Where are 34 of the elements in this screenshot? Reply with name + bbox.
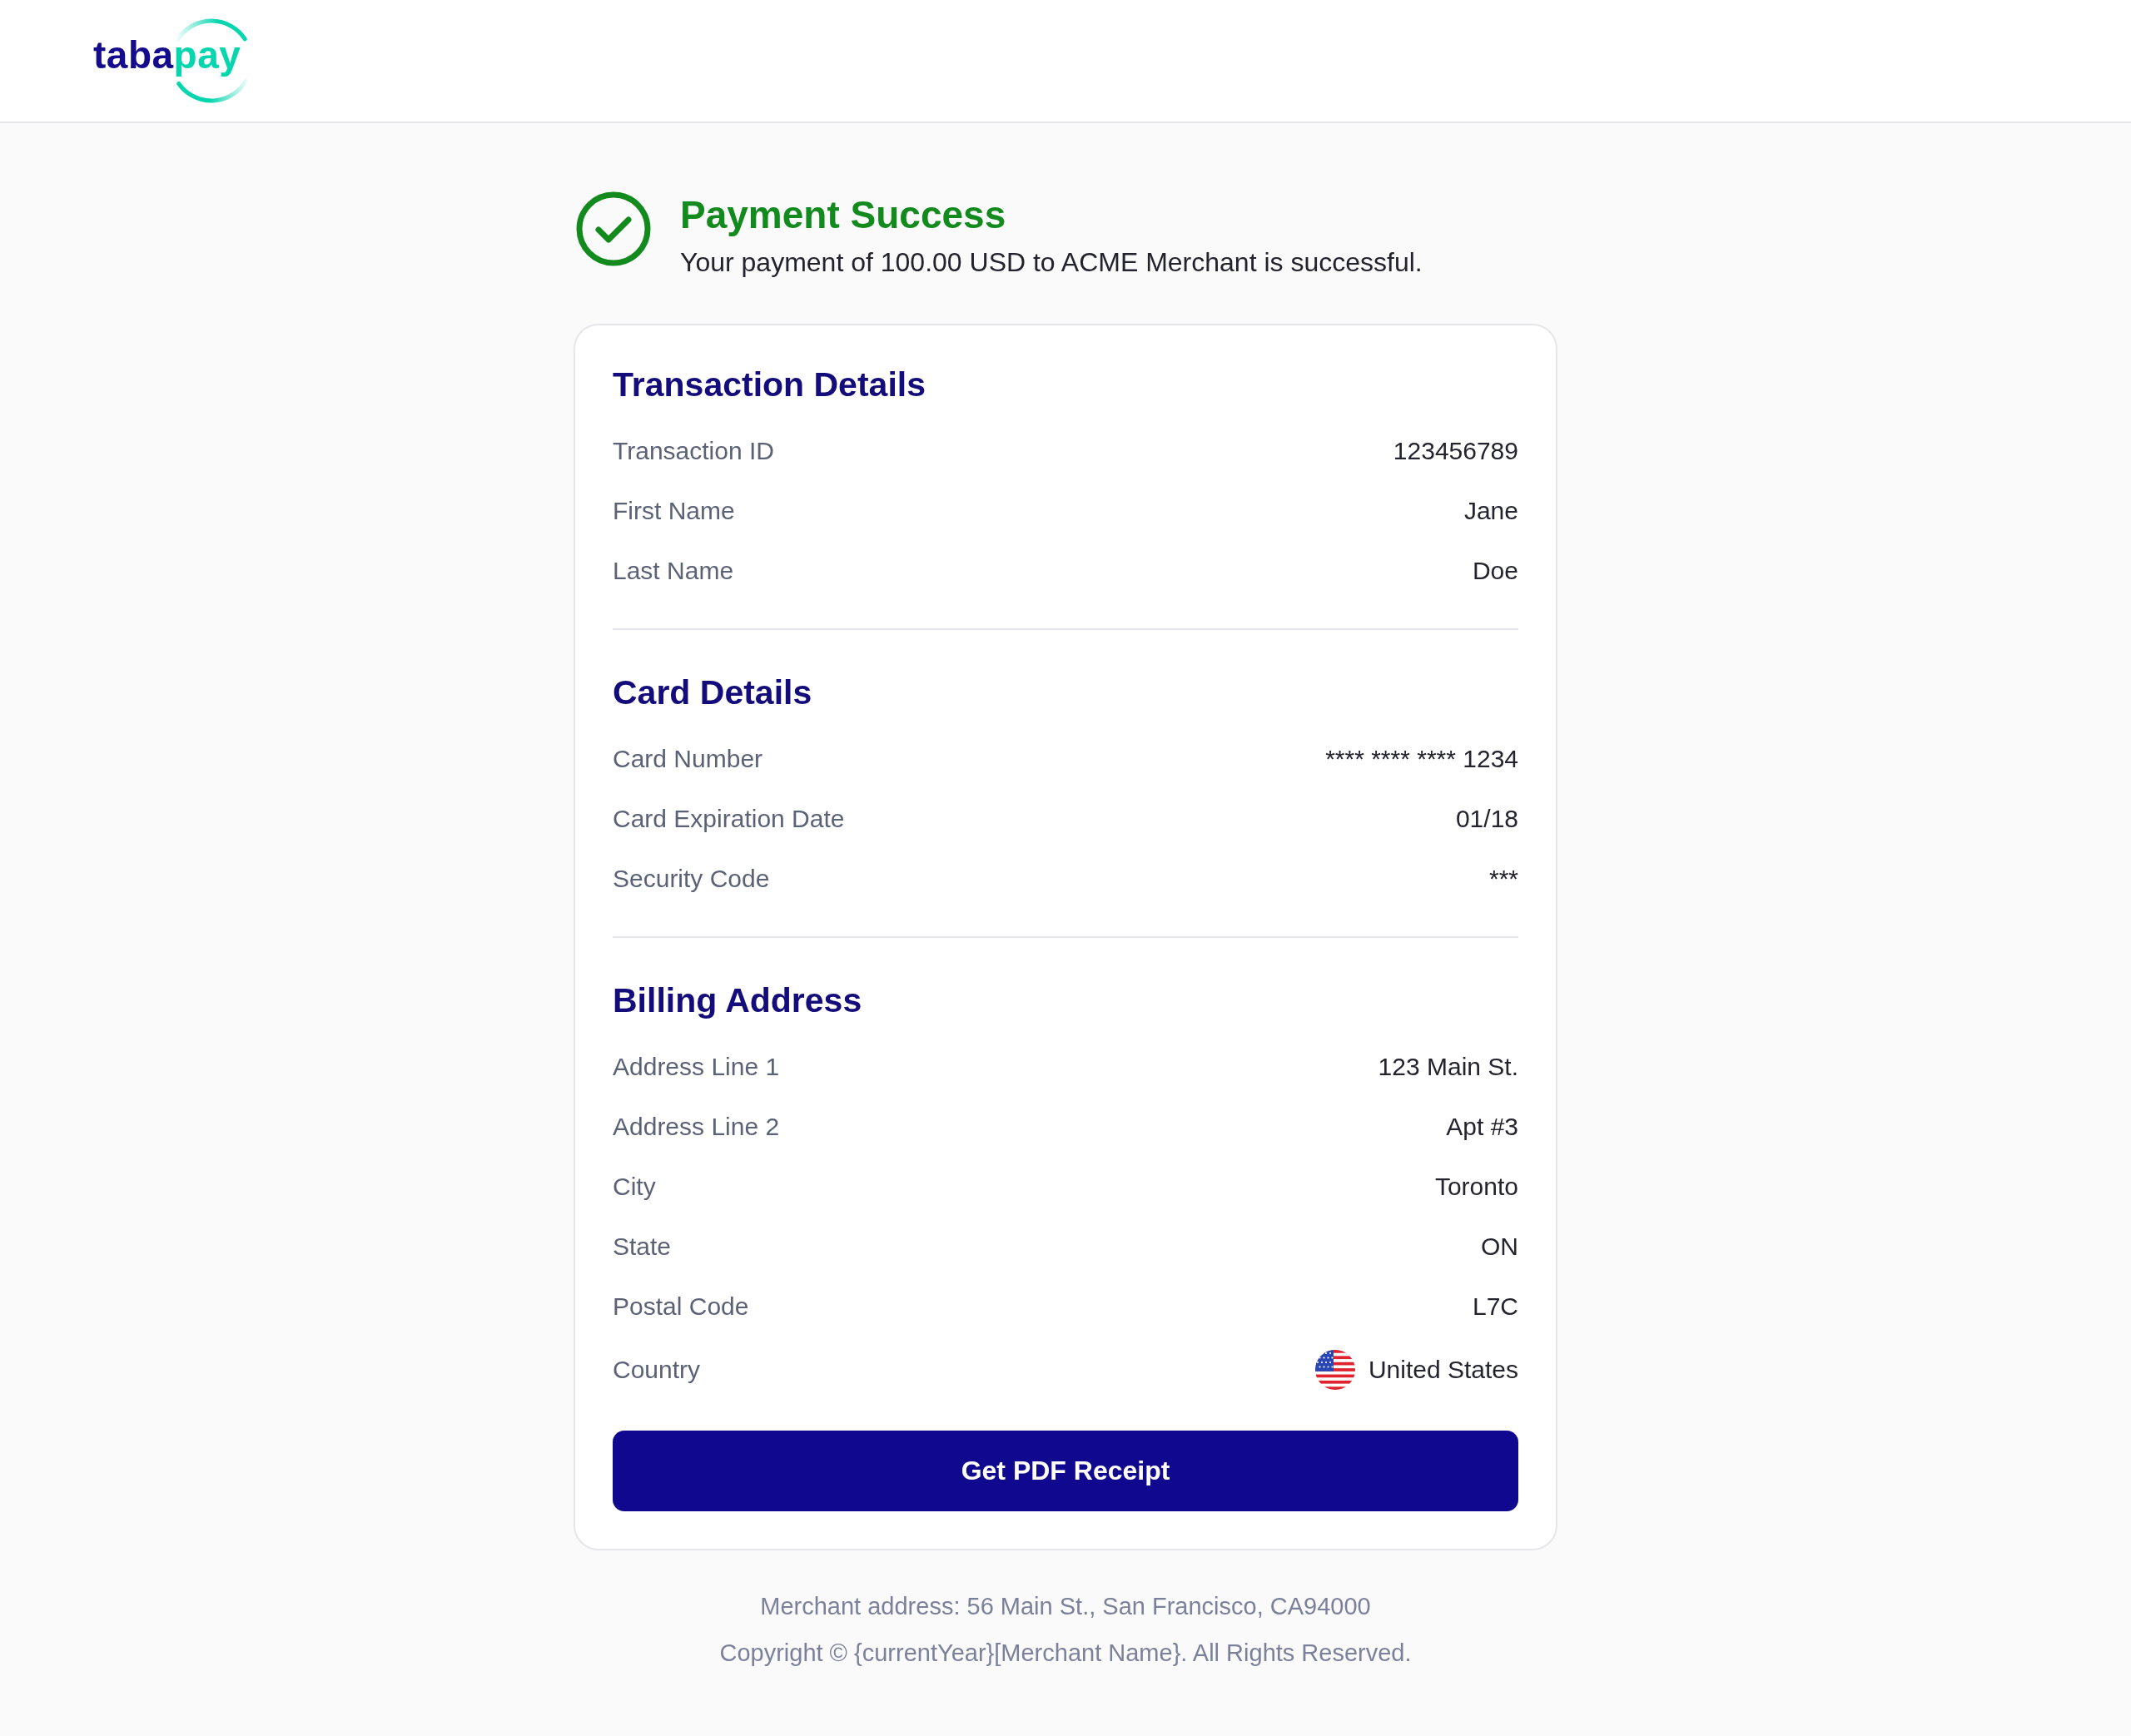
field-value: Apt #3 [1446,1112,1518,1142]
check-circle-icon [576,191,651,266]
field-label: First Name [613,496,735,526]
footer-text: Merchant address: 56 Main St., San Francisco, CA94000 [760,1592,1371,1621]
section-heading: Billing Address [613,980,862,1021]
field-value: ON [1481,1232,1518,1262]
field-value: 123456789 [1393,436,1518,466]
section-heading: Card Details [613,672,812,713]
field-value: Toronto [1434,1172,1518,1202]
field-label: Transaction ID [613,436,774,466]
field-value: L7C [1472,1292,1518,1322]
field-value: 123 Main St. [1378,1052,1518,1082]
field-value: Jane [1463,496,1518,526]
field-label: City [613,1172,656,1202]
field-label: Country [613,1355,701,1385]
field-value: United States [1368,1355,1518,1385]
field-value: Doe [1472,556,1518,586]
footer-text: Copyright © {currentYear}[Merchant Name}. All Rights Reserved. [719,1639,1412,1668]
field-label: Postal Code [613,1292,749,1322]
status-title: Payment Success [680,192,1007,238]
field-label: Address Line 2 [613,1112,780,1142]
field-label: State [613,1232,672,1262]
field-label: Card Number [613,744,763,774]
field-label: Card Expiration Date [613,804,845,834]
field-label: Security Code [613,864,770,894]
pdf-receipt-button[interactable]: Get PDF Receipt [613,1431,1518,1511]
field-value: **** **** **** 1234 [1325,744,1518,774]
status-message: Your payment of 100.00 USD to ACME Merchant is successful. [680,246,1423,279]
section-heading: Transaction Details [613,365,926,405]
field-value: *** [1488,864,1518,894]
field-value: 01/18 [1455,804,1518,834]
field-label: Address Line 1 [613,1052,780,1082]
flag-icon [1314,1350,1355,1390]
field-label: Last Name [613,556,734,586]
